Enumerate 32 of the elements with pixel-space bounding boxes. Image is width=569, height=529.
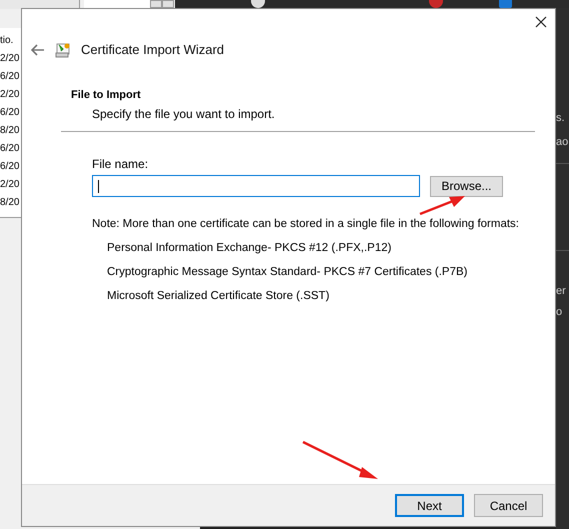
window-title: Certificate Import Wizard (81, 41, 224, 60)
table-cell-text: 2/20 (0, 52, 20, 66)
section-heading: File to Import (71, 88, 142, 102)
table-cell-text: 6/20 (0, 142, 20, 156)
file-name-field[interactable] (92, 175, 420, 197)
format-item: Personal Information Exchange- PKCS #12 (.PFX,.P12) (107, 241, 392, 255)
dialog-button[interactable]: Cancel (474, 494, 543, 517)
note-text: Note: More than one certificate can be stored in a single file in the following formats: (92, 217, 520, 231)
panel-text: er (556, 284, 566, 299)
table-cell-text: 6/20 (0, 70, 20, 84)
field-label: File name: (92, 157, 150, 171)
back-arrow-icon[interactable] (31, 44, 45, 56)
annotation-arrow (420, 196, 465, 216)
table-cell-text: 2/20 (0, 88, 20, 102)
table-cell-text: 2/20 (0, 178, 20, 192)
table-cell-text: 8/20 (0, 124, 20, 138)
format-item: Cryptographic Message Syntax Standard- PKCS #7 Certificates (.P7B) (107, 265, 468, 279)
scroll-left-button[interactable] (150, 0, 162, 8)
browse-button[interactable]: Browse... (430, 176, 503, 196)
close-icon[interactable] (535, 16, 547, 28)
table-cell-text: 6/20 (0, 160, 20, 174)
panel-text: ao (556, 135, 568, 150)
panel-text: o (556, 305, 562, 320)
table-cell-text: tio. (0, 34, 14, 48)
table-cell-text: 6/20 (0, 106, 20, 120)
panel-text: s. (556, 111, 565, 126)
dialog-button[interactable]: Next (395, 494, 464, 517)
scroll-right-button[interactable] (162, 0, 174, 8)
section-description: Specify the file you want to import. (92, 107, 276, 121)
table-cell-text: 8/20 (0, 196, 20, 210)
certificate-icon (55, 42, 71, 58)
format-item: Microsoft Serialized Certificate Store (.SST) (107, 289, 330, 303)
